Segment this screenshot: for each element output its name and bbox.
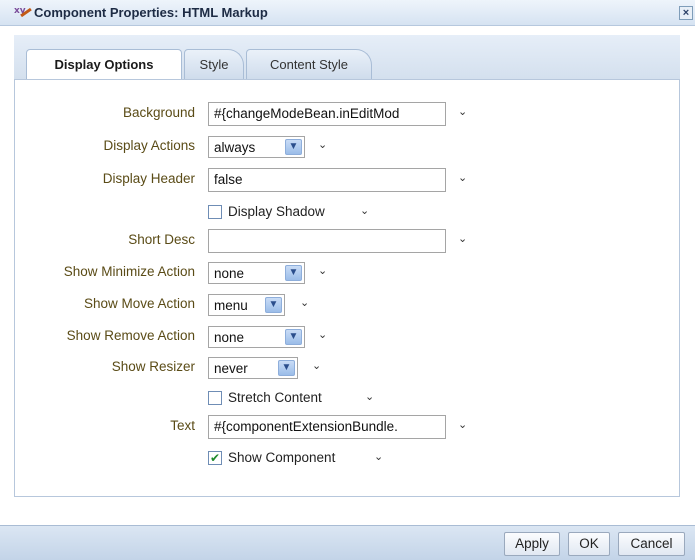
show-minimize-action-value: none xyxy=(214,266,245,281)
display-actions-value: always xyxy=(214,140,256,155)
dropdown-arrow-icon[interactable]: ▼ xyxy=(285,139,302,155)
short-desc-row: Short Desc ⌄ xyxy=(15,229,681,253)
text-label: Text xyxy=(170,418,195,433)
dropdown-arrow-icon[interactable]: ▼ xyxy=(278,360,295,376)
background-input[interactable]: #{changeModeBean.inEditMod xyxy=(208,102,446,126)
dropdown-arrow-icon[interactable]: ▼ xyxy=(285,265,302,281)
stretch-content-label: Stretch Content xyxy=(228,390,322,405)
tab-display-options[interactable]: Display Options xyxy=(26,49,182,80)
title-bar: xy Component Properties: HTML Markup × xyxy=(0,0,695,26)
show-remove-action-row: Show Remove Action none ▼ ⌄ xyxy=(15,325,681,349)
show-remove-action-label: Show Remove Action xyxy=(66,328,195,343)
display-header-input[interactable]: false xyxy=(208,168,446,192)
cancel-button[interactable]: Cancel xyxy=(618,532,685,556)
apply-button[interactable]: Apply xyxy=(504,532,560,556)
display-shadow-row: Display Shadow ⌄ xyxy=(15,201,681,225)
display-actions-row: Display Actions always ▼ ⌄ xyxy=(15,135,681,159)
show-resizer-label: Show Resizer xyxy=(111,359,195,374)
display-shadow-label: Display Shadow xyxy=(228,204,325,219)
show-minimize-action-select[interactable]: none ▼ xyxy=(208,262,305,284)
show-resizer-select[interactable]: never ▼ xyxy=(208,357,298,379)
display-header-label: Display Header xyxy=(102,171,195,186)
show-component-chevron-icon[interactable]: ⌄ xyxy=(374,450,383,463)
show-remove-action-chevron-icon[interactable]: ⌄ xyxy=(318,328,327,341)
stretch-content-chevron-icon[interactable]: ⌄ xyxy=(365,390,374,403)
background-chevron-icon[interactable]: ⌄ xyxy=(458,105,467,118)
dialog-title: Component Properties: HTML Markup xyxy=(34,5,268,20)
show-move-action-chevron-icon[interactable]: ⌄ xyxy=(300,296,309,309)
show-component-label: Show Component xyxy=(228,450,336,465)
display-actions-select[interactable]: always ▼ xyxy=(208,136,305,158)
show-remove-action-select[interactable]: none ▼ xyxy=(208,326,305,348)
display-actions-label: Display Actions xyxy=(103,138,195,153)
text-chevron-icon[interactable]: ⌄ xyxy=(458,418,467,431)
show-move-action-label: Show Move Action xyxy=(83,296,195,311)
stretch-content-row: Stretch Content ⌄ xyxy=(15,387,681,411)
ok-button[interactable]: OK xyxy=(568,532,610,556)
tab-content-style[interactable]: Content Style xyxy=(246,49,372,79)
show-resizer-value: never xyxy=(214,361,248,376)
show-move-action-value: menu xyxy=(214,298,248,313)
short-desc-label: Short Desc xyxy=(128,232,195,247)
show-resizer-chevron-icon[interactable]: ⌄ xyxy=(312,359,321,372)
show-minimize-action-row: Show Minimize Action none ▼ ⌄ xyxy=(15,261,681,285)
short-desc-chevron-icon[interactable]: ⌄ xyxy=(458,232,467,245)
show-remove-action-value: none xyxy=(214,330,245,345)
show-minimize-action-label: Show Minimize Action xyxy=(63,264,195,279)
show-component-checkbox[interactable]: ✔ xyxy=(208,451,222,465)
text-row: Text #{componentExtensionBundle. ⌄ xyxy=(15,415,681,439)
display-header-chevron-icon[interactable]: ⌄ xyxy=(458,171,467,184)
background-row: Background #{changeModeBean.inEditMod ⌄ xyxy=(15,102,681,126)
short-desc-input[interactable] xyxy=(208,229,446,253)
display-header-row: Display Header false ⌄ xyxy=(15,168,681,192)
show-move-action-select[interactable]: menu ▼ xyxy=(208,294,285,316)
dialog-footer: Apply OK Cancel xyxy=(0,525,695,560)
text-input[interactable]: #{componentExtensionBundle. xyxy=(208,415,446,439)
show-move-action-row: Show Move Action menu ▼ ⌄ xyxy=(15,293,681,317)
tab-style[interactable]: Style xyxy=(184,49,244,79)
dropdown-arrow-icon[interactable]: ▼ xyxy=(265,297,282,313)
dropdown-arrow-icon[interactable]: ▼ xyxy=(285,329,302,345)
properties-panel: Background #{changeModeBean.inEditMod ⌄ … xyxy=(14,79,680,497)
display-shadow-checkbox[interactable] xyxy=(208,205,222,219)
tab-strip: Display Options Style Content Style xyxy=(14,35,680,80)
show-minimize-action-chevron-icon[interactable]: ⌄ xyxy=(318,264,327,277)
stretch-content-checkbox[interactable] xyxy=(208,391,222,405)
display-shadow-chevron-icon[interactable]: ⌄ xyxy=(360,204,369,217)
edit-properties-icon: xy xyxy=(14,6,32,20)
show-component-row: ✔ Show Component ⌄ xyxy=(15,447,681,471)
close-icon[interactable]: × xyxy=(679,6,693,20)
background-label: Background xyxy=(122,105,195,120)
display-actions-chevron-icon[interactable]: ⌄ xyxy=(318,138,327,151)
show-resizer-row: Show Resizer never ▼ ⌄ xyxy=(15,356,681,380)
